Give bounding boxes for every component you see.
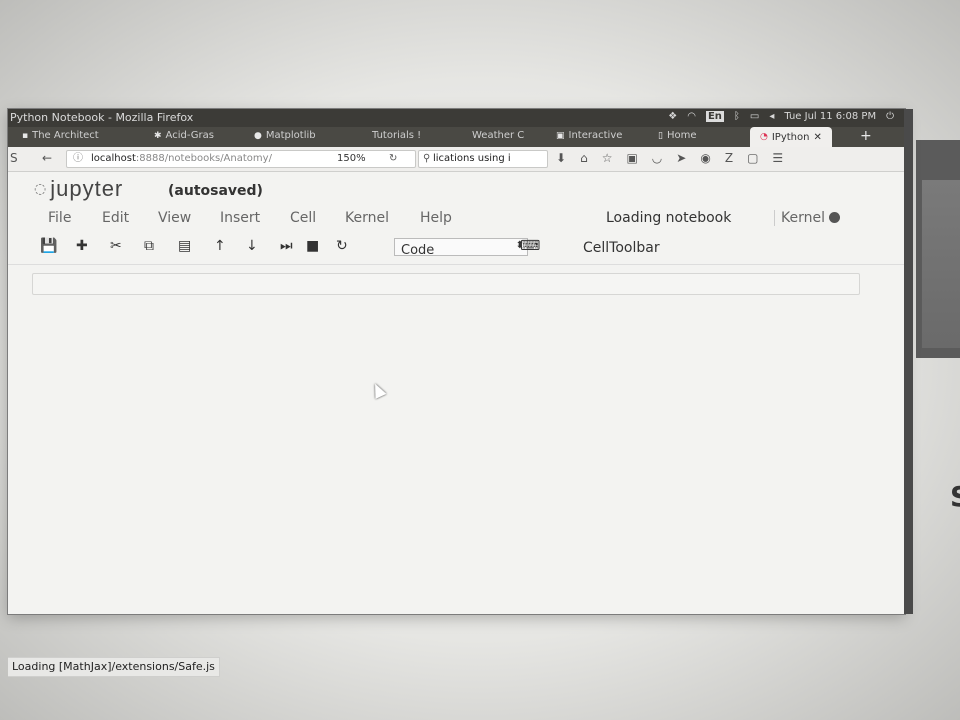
jupyter-logo-icon: ◌ [34, 181, 47, 197]
download-icon[interactable]: ⬇ [556, 151, 566, 165]
search-input[interactable]: ⚲ lications using i [418, 150, 548, 168]
extension-icon[interactable]: ▢ [747, 151, 758, 165]
menu-help[interactable]: Help [420, 210, 452, 226]
toolbar-icons: ⬇ ⌂ ☆ ▣ ◡ ➤ ◉ Z ▢ ☰ [556, 151, 783, 165]
tab-label: The Architect [32, 130, 99, 141]
save-icon[interactable]: 💾 [40, 238, 57, 254]
bookmark-star-icon[interactable]: ☆ [602, 151, 613, 165]
header-divider [8, 264, 904, 265]
clock[interactable]: Tue Jul 11 6:08 PM [784, 111, 876, 122]
copy-icon[interactable]: ⧉ [144, 238, 154, 254]
jupyter-page: ◌ jupyter (autosaved) File Edit View Ins… [8, 172, 904, 677]
stop-icon[interactable]: ■ [306, 238, 319, 254]
window-edge [904, 109, 913, 614]
window-title: Python Notebook - Mozilla Firefox [10, 111, 194, 124]
move-up-icon[interactable]: ↑ [214, 238, 226, 254]
kernel-indicator: Kernel [774, 210, 840, 226]
tab-label: Weather C [472, 130, 525, 141]
notification-area: Loading notebook [606, 210, 732, 226]
tab-acid-gras[interactable]: ✱ Acid-Gras [154, 130, 214, 141]
cell-type-value: Code [401, 243, 435, 256]
jupyter-logo[interactable]: ◌ jupyter [34, 176, 123, 202]
tab-label: Interactive [568, 130, 623, 141]
keyboard-icon[interactable]: ⌨ [520, 238, 540, 254]
menu-insert[interactable]: Insert [220, 210, 260, 226]
menu-edit[interactable]: Edit [102, 210, 129, 226]
zotero-icon[interactable]: Z [725, 151, 733, 165]
url-text: localhost:8888/notebooks/Anatomy/ [91, 151, 272, 167]
send-icon[interactable]: ➤ [676, 151, 686, 165]
tab-the-architect[interactable]: ▪ The Architect [22, 130, 99, 141]
url-host: localhost [91, 153, 136, 164]
jupyter-logo-text: jupyter [50, 176, 124, 201]
zoom-level[interactable]: 150% [337, 151, 366, 167]
cell-type-select[interactable]: Code ⬍ [394, 238, 528, 256]
background-window-text: S [950, 480, 960, 513]
page-icon: ▪ [22, 130, 29, 141]
cut-icon[interactable]: ✂ [110, 238, 122, 254]
addon-icon[interactable]: ◉ [700, 151, 710, 165]
url-path: :8888/notebooks/Anatomy/ [135, 153, 272, 164]
tab-home[interactable]: ▯ Home [658, 130, 696, 141]
menu-kernel[interactable]: Kernel [345, 210, 389, 226]
screenshot-icon[interactable]: ▣ [626, 151, 637, 165]
python-icon: ◔ [760, 132, 768, 142]
power-icon[interactable]: ⏻ [886, 111, 894, 122]
insert-cell-icon[interactable]: ✚ [76, 238, 88, 254]
menu-file[interactable]: File [48, 210, 71, 226]
menu-cell[interactable]: Cell [290, 210, 316, 226]
star-icon: ✱ [154, 130, 162, 141]
tab-label: Tutorials ! [372, 130, 422, 141]
tab-weather[interactable]: Weather C [472, 130, 524, 141]
battery-icon[interactable]: ▭ [750, 111, 759, 122]
title-bar: Python Notebook - Mozilla Firefox ❖ ◠ En… [8, 109, 904, 127]
reload-icon[interactable]: ↻ [389, 151, 397, 167]
kernel-busy-icon [828, 212, 840, 223]
sidebar-icon[interactable]: S [10, 151, 18, 165]
restart-icon[interactable]: ↻ [336, 238, 348, 254]
tab-matplotlib[interactable]: ● Matplotlib [254, 130, 316, 141]
page-icon: ▯ [658, 130, 663, 141]
pocket-icon[interactable]: ◡ [652, 151, 662, 165]
tab-label: Home [666, 130, 697, 141]
volume-icon[interactable]: ◂ [769, 111, 774, 122]
paste-icon[interactable]: ▤ [178, 238, 191, 254]
new-tab-button[interactable]: + [860, 128, 872, 144]
url-bar[interactable]: ⓘ localhost:8888/notebooks/Anatomy/ 150%… [66, 150, 416, 168]
system-tray: ❖ ◠ En ᛒ ▭ ◂ Tue Jul 11 6:08 PM ⏻ [668, 111, 894, 122]
tab-label: Matplotlib [265, 130, 316, 141]
browser-status-bar: Loading [MathJax]/extensions/Safe.js [8, 657, 220, 677]
page-icon: ▣ [556, 130, 565, 141]
move-down-icon[interactable]: ↓ [246, 238, 258, 254]
info-icon[interactable]: ⓘ [73, 151, 83, 167]
dropbox-icon[interactable]: ❖ [668, 111, 677, 122]
kernel-label: Kernel [781, 210, 825, 226]
keyboard-layout[interactable]: En [705, 111, 724, 122]
celltoolbar-label[interactable]: CellToolbar [583, 240, 660, 256]
tab-label: IPython [771, 131, 810, 143]
tab-bar: ▪ The Architect ✱ Acid-Gras ● Matplotlib… [8, 127, 904, 147]
menu-icon[interactable]: ☰ [772, 151, 783, 165]
search-value: lications using i [433, 153, 511, 164]
back-icon[interactable]: ← [42, 151, 52, 165]
tab-ipython[interactable]: ◔ IPython ✕ [750, 127, 832, 147]
browser-window: Python Notebook - Mozilla Firefox ❖ ◠ En… [8, 109, 913, 677]
home-icon[interactable]: ⌂ [580, 151, 588, 165]
circle-icon: ● [254, 130, 262, 141]
tab-tutorials[interactable]: Tutorials ! [372, 130, 421, 141]
notebook-cell[interactable] [32, 273, 860, 295]
close-tab-icon[interactable]: ✕ [813, 132, 821, 143]
search-icon: ⚲ [423, 153, 431, 164]
autosave-status: (autosaved) [168, 183, 263, 199]
run-icon[interactable]: ⏭ [280, 238, 293, 254]
wifi-icon[interactable]: ◠ [687, 111, 696, 122]
background-window [916, 140, 960, 358]
navigation-bar: S ← ⓘ localhost:8888/notebooks/Anatomy/ … [8, 147, 904, 172]
tab-interactive[interactable]: ▣ Interactive [556, 130, 622, 141]
bluetooth-icon[interactable]: ᛒ [734, 111, 740, 122]
menu-view[interactable]: View [158, 210, 191, 226]
tab-label: Acid-Gras [165, 130, 215, 141]
